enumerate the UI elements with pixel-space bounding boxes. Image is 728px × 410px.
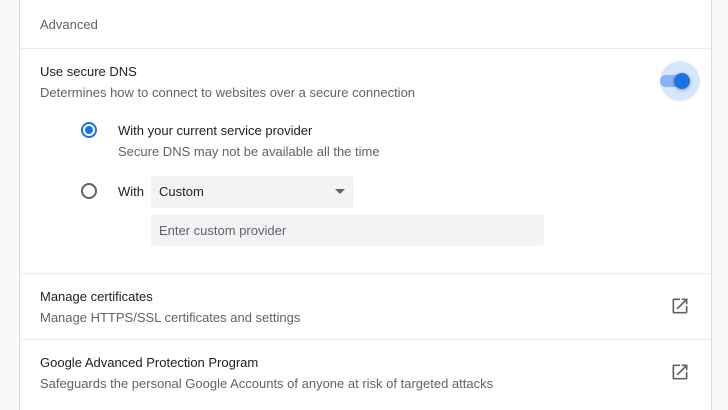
open-in-new-icon[interactable] <box>670 296 690 316</box>
radio-selected-dot <box>85 126 93 134</box>
radio-current-provider[interactable] <box>81 122 97 138</box>
card-border-left <box>19 0 20 410</box>
radio-current-provider-label[interactable]: With your current service provider <box>118 123 312 138</box>
card-border-right <box>711 0 712 410</box>
page-background-left <box>0 0 19 410</box>
toggle-knob <box>674 73 690 89</box>
secure-dns-title: Use secure DNS <box>40 64 137 79</box>
secure-dns-subtitle: Determines how to connect to websites ov… <box>40 85 416 100</box>
provider-select[interactable]: Custom <box>151 176 354 208</box>
divider <box>20 48 711 49</box>
page-background-right <box>712 0 728 410</box>
manage-certificates-title: Manage certificates <box>40 289 153 304</box>
radio-custom-provider-label[interactable]: With <box>118 184 144 199</box>
advanced-protection-subtitle: Safeguards the personal Google Accounts … <box>40 376 494 391</box>
divider <box>20 339 711 340</box>
advanced-protection-title: Google Advanced Protection Program <box>40 355 259 370</box>
divider <box>20 273 711 274</box>
dropdown-arrow-icon <box>335 189 345 194</box>
secure-dns-toggle[interactable] <box>656 61 700 101</box>
custom-provider-input[interactable] <box>151 214 544 246</box>
open-in-new-icon[interactable] <box>670 362 690 382</box>
manage-certificates-subtitle: Manage HTTPS/SSL certificates and settin… <box>40 310 301 325</box>
radio-custom-provider[interactable] <box>81 183 97 199</box>
provider-select-value: Custom <box>159 184 204 199</box>
radio-current-provider-sublabel: Secure DNS may not be available all the … <box>118 144 380 159</box>
section-title: Advanced <box>40 17 98 32</box>
